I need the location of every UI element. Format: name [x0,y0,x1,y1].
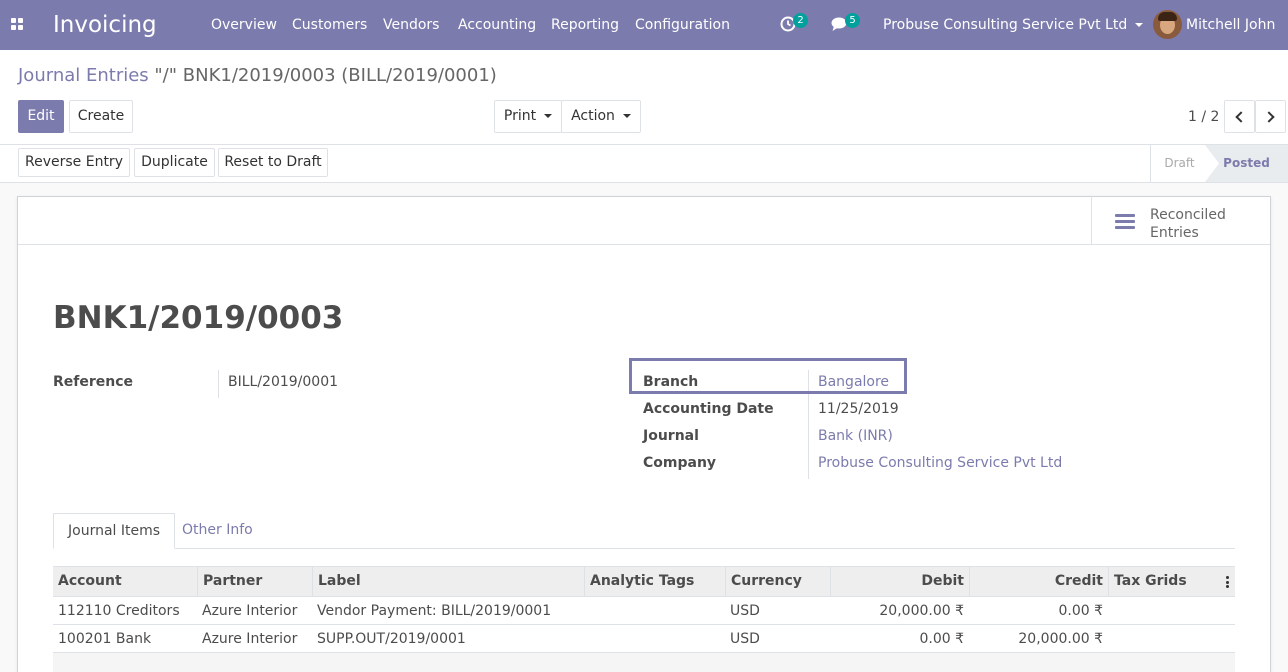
cell-partner: Azure Interior [202,603,298,619]
accounting-date-label: Accounting Date [643,401,774,417]
company-label: Company [643,455,717,471]
message-count-badge: 5 [845,13,860,28]
table-header: Account Partner Label Analytic Tags Curr… [53,566,1235,597]
chevron-right-icon [1263,111,1275,123]
menu-reporting[interactable]: Reporting [551,16,619,34]
action-label: Action [571,108,615,124]
branch-highlight [629,358,907,394]
breadcrumb-current: "/" BNK1/2019/0003 (BILL/2019/0001) [154,65,497,86]
chevron-down-icon [1135,23,1144,27]
column-account[interactable]: Account [53,567,197,596]
app-name: Invoicing [53,12,157,38]
table-row[interactable]: 100201 Bank Azure Interior SUPP.OUT/2019… [53,625,1235,653]
reference-value: BILL/2019/0001 [228,374,339,390]
cell-partner: Azure Interior [202,631,298,647]
column-credit[interactable]: Credit [969,567,1108,596]
avatar[interactable] [1153,10,1182,39]
column-label[interactable]: Label [312,567,584,596]
cell-analytic-tags [584,625,725,653]
menu-customers[interactable]: Customers [292,16,367,34]
cell-credit: 0.00 ₹ [1058,603,1103,619]
top-navbar: Invoicing Overview Customers Vendors Acc… [0,0,1288,50]
chevron-down-icon [544,114,553,118]
company-name: Probuse Consulting Service Pvt Ltd [883,17,1128,33]
action-dropdown[interactable]: Action [561,100,641,133]
cell-debit: 20,000.00 ₹ [879,603,964,619]
menu-accounting[interactable]: Accounting [458,16,536,34]
list-icon [1115,214,1135,230]
menu-vendors[interactable]: Vendors [383,16,439,34]
company-value[interactable]: Probuse Consulting Service Pvt Ltd [818,454,1062,472]
statusbar-divider [0,144,1288,145]
reconciled-entries-button[interactable]: Reconciled Entries [1091,197,1270,245]
journal-label: Journal [643,428,699,444]
print-label: Print [503,108,537,124]
cell-tax-grids [1108,597,1235,625]
cell-account: 100201 Bank [58,631,152,647]
cell-account: 112110 Creditors [58,603,180,619]
record-title: BNK1/2019/0003 [53,300,344,336]
cell-label: SUPP.OUT/2019/0001 [317,631,466,647]
duplicate-button[interactable]: Duplicate [134,148,215,177]
cell-label: Vendor Payment: BILL/2019/0001 [317,603,552,619]
pager-value[interactable]: 1 / 2 [1188,108,1219,126]
column-tax-grids[interactable]: Tax Grids [1108,567,1235,596]
optional-columns-icon[interactable] [1226,576,1229,588]
chevron-down-icon [622,114,631,118]
menu-configuration[interactable]: Configuration [635,16,730,34]
field-divider [218,370,219,398]
company-switcher[interactable]: Probuse Consulting Service Pvt Ltd [883,16,1144,34]
reference-label: Reference [53,374,134,390]
table-footer [53,653,1235,672]
cell-currency: USD [730,603,760,619]
tab-other-info[interactable]: Other Info [168,513,267,549]
activity-count-badge: 2 [793,13,808,28]
cell-credit: 20,000.00 ₹ [1018,631,1103,647]
tab-journal-items[interactable]: Journal Items [53,513,176,549]
cell-tax-grids [1108,625,1235,653]
form-sheet: Reconciled Entries BNK1/2019/0003 Refere… [17,196,1271,672]
column-partner[interactable]: Partner [197,567,312,596]
breadcrumb-parent[interactable]: Journal Entries [18,65,149,86]
print-dropdown[interactable]: Print [494,100,562,133]
chevron-left-icon [1235,111,1247,123]
reverse-entry-button[interactable]: Reverse Entry [18,148,130,177]
column-currency[interactable]: Currency [725,567,830,596]
edit-button[interactable]: Edit [18,100,64,133]
reconciled-entries-label: Reconciled Entries [1150,207,1226,241]
column-debit[interactable]: Debit [830,567,969,596]
menu-overview[interactable]: Overview [211,16,277,34]
user-name[interactable]: Mitchell John [1186,16,1275,34]
control-panel: Journal Entries "/" BNK1/2019/0003 (BILL… [0,50,1288,183]
table-row[interactable]: 112110 Creditors Azure Interior Vendor P… [53,597,1235,625]
journal-value[interactable]: Bank (INR) [818,427,893,445]
smart-button-box: Reconciled Entries [18,197,1270,245]
pager-next-button[interactable] [1255,100,1286,133]
cell-analytic-tags [584,597,725,625]
status-draft: Draft [1150,145,1208,182]
pager-previous-button[interactable] [1224,100,1255,133]
cell-debit: 0.00 ₹ [919,631,964,647]
apps-menu-icon[interactable] [11,18,25,32]
column-analytic-tags[interactable]: Analytic Tags [584,567,725,596]
create-button[interactable]: Create [69,100,133,133]
reset-to-draft-button[interactable]: Reset to Draft [218,148,328,177]
cell-currency: USD [730,631,760,647]
accounting-date-value: 11/25/2019 [818,401,899,417]
breadcrumb: Journal Entries "/" BNK1/2019/0003 (BILL… [18,65,497,87]
status-posted: Posted [1205,145,1288,182]
